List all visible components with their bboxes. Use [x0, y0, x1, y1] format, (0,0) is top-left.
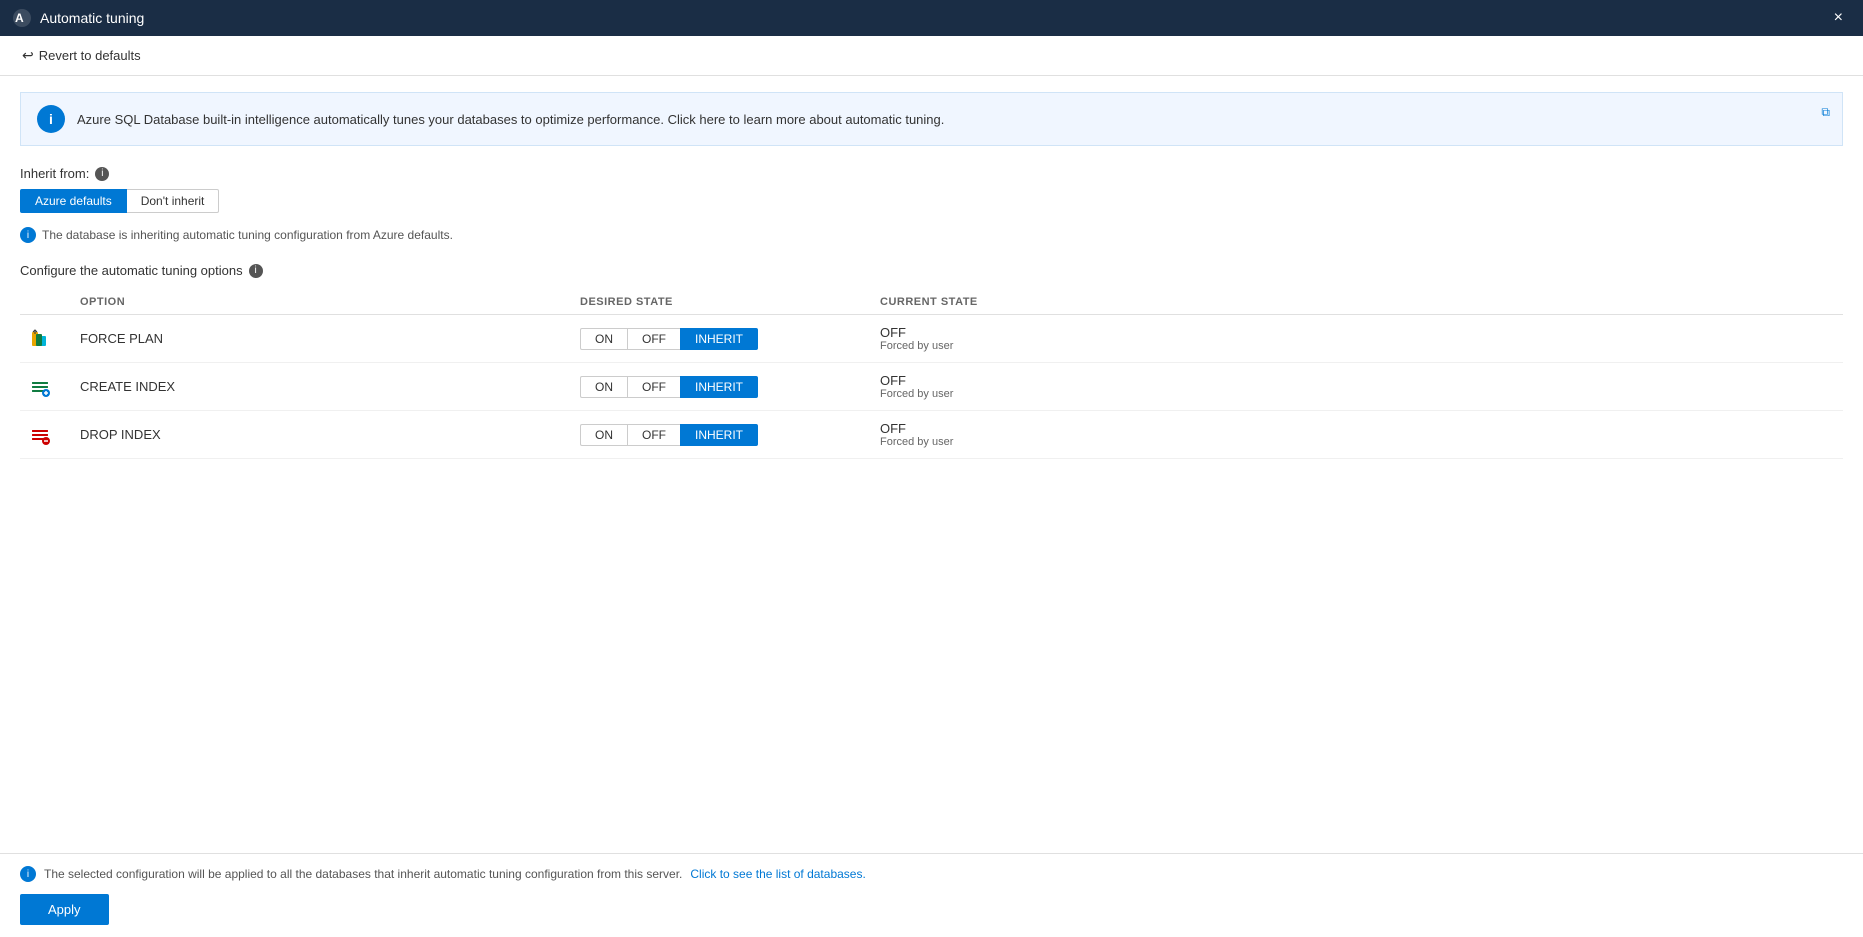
azure-defaults-button[interactable]: Azure defaults	[20, 189, 127, 213]
create-index-state-selector: ON OFF INHERIT	[580, 376, 860, 398]
revert-defaults-button[interactable]: ↩ Revert to defaults	[16, 44, 147, 67]
revert-label: Revert to defaults	[39, 48, 141, 63]
drop-index-inherit-button[interactable]: INHERIT	[680, 424, 758, 446]
app-icon: A	[12, 8, 32, 28]
info-banner: i Azure SQL Database built-in intelligen…	[20, 92, 1843, 146]
inherit-info-circle: i	[20, 227, 36, 243]
bottom-info-icon: i	[20, 866, 36, 882]
col-desired-state: DESIRED STATE	[570, 290, 870, 315]
toolbar: ↩ Revert to defaults	[0, 36, 1863, 76]
create-index-off-button[interactable]: OFF	[627, 376, 680, 398]
info-banner-icon: i	[37, 105, 65, 133]
inherit-info-icon[interactable]: i	[95, 167, 109, 181]
drop-index-off-button[interactable]: OFF	[627, 424, 680, 446]
bottom-bar: i The selected configuration will be app…	[0, 853, 1863, 937]
create-index-on-button[interactable]: ON	[580, 376, 627, 398]
svg-text:A: A	[15, 11, 24, 25]
col-current-state: CURRENT STATE	[870, 290, 1843, 315]
inherit-toggle-group: Azure defaults Don't inherit	[20, 189, 1843, 213]
force-plan-name: FORCE PLAN	[70, 315, 570, 363]
create-index-icon-cell	[20, 363, 70, 411]
apply-button[interactable]: Apply	[20, 894, 109, 925]
info-banner-text: Azure SQL Database built-in intelligence…	[77, 112, 1826, 127]
databases-list-link[interactable]: Click to see the list of databases.	[690, 867, 865, 881]
create-index-current-state: OFF Forced by user	[870, 363, 1843, 411]
drop-index-icon-cell	[20, 411, 70, 459]
create-index-inherit-button[interactable]: INHERIT	[680, 376, 758, 398]
force-plan-state-selector: ON OFF INHERIT	[580, 328, 860, 350]
force-plan-state-cell: ON OFF INHERIT	[570, 315, 870, 363]
force-plan-inherit-button[interactable]: INHERIT	[680, 328, 758, 350]
main-content: i Azure SQL Database built-in intelligen…	[0, 76, 1863, 853]
close-button[interactable]: ×	[1826, 5, 1851, 31]
force-plan-off-button[interactable]: OFF	[627, 328, 680, 350]
force-plan-icon-cell	[20, 315, 70, 363]
drop-index-icon	[30, 425, 50, 445]
dont-inherit-button[interactable]: Don't inherit	[127, 189, 220, 213]
external-link-icon[interactable]: ⧉	[1821, 105, 1830, 120]
drop-index-on-button[interactable]: ON	[580, 424, 627, 446]
force-plan-on-button[interactable]: ON	[580, 328, 627, 350]
drop-index-name: DROP INDEX	[70, 411, 570, 459]
drop-index-state-cell: ON OFF INHERIT	[570, 411, 870, 459]
configure-info-icon[interactable]: i	[249, 264, 263, 278]
table-row: FORCE PLAN ON OFF INHERIT OFF Forced by …	[20, 315, 1843, 363]
options-table: OPTION DESIRED STATE CURRENT STATE	[20, 290, 1843, 459]
create-index-name: CREATE INDEX	[70, 363, 570, 411]
create-index-state-cell: ON OFF INHERIT	[570, 363, 870, 411]
inherit-info-text: i The database is inheriting automatic t…	[20, 227, 1843, 243]
bottom-info-text: i The selected configuration will be app…	[20, 866, 1843, 882]
inherit-from-label: Inherit from: i	[20, 166, 1843, 181]
title-bar: A Automatic tuning ×	[0, 0, 1863, 36]
revert-icon: ↩	[22, 47, 34, 64]
configure-label: Configure the automatic tuning options i	[20, 263, 1843, 278]
col-option-label: OPTION	[70, 290, 570, 315]
create-index-icon	[30, 377, 50, 397]
col-option	[20, 290, 70, 315]
drop-index-state-selector: ON OFF INHERIT	[580, 424, 860, 446]
force-plan-icon	[30, 329, 50, 349]
window-title: Automatic tuning	[40, 10, 144, 26]
table-row: DROP INDEX ON OFF INHERIT OFF Forced by …	[20, 411, 1843, 459]
force-plan-current-state: OFF Forced by user	[870, 315, 1843, 363]
drop-index-current-state: OFF Forced by user	[870, 411, 1843, 459]
table-row: CREATE INDEX ON OFF INHERIT OFF Forced b…	[20, 363, 1843, 411]
